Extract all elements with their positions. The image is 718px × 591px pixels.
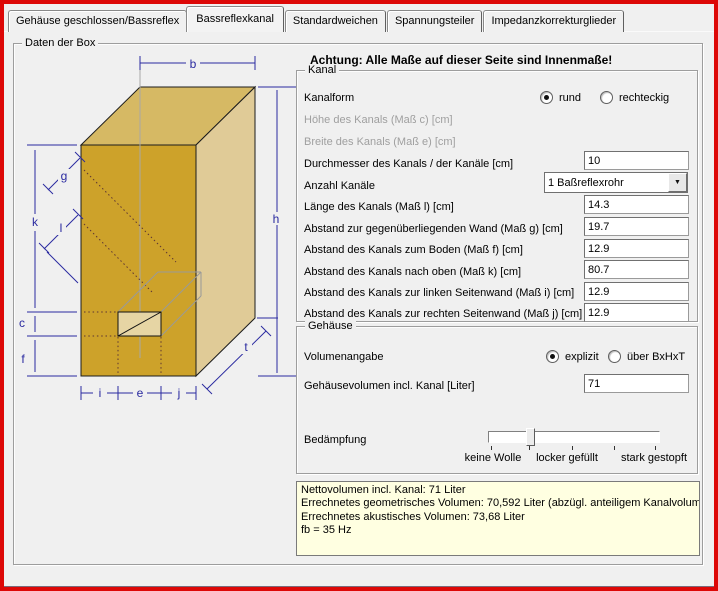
kanal-group: Kanal Kanalform rund rechteckig Höhe des… [296, 70, 698, 322]
gehaeuse-group: Gehäuse Volumenangabe explizit über BxHx… [296, 326, 698, 474]
slider-tick [529, 446, 530, 450]
slider-tick [572, 446, 573, 450]
innenmasse-warning: Achtung: Alle Maße auf dieser Seite sind… [310, 53, 612, 67]
box-diagram: b h g k l c f i e j t [4, 4, 314, 432]
volumen-explizit-radio[interactable] [546, 350, 559, 363]
ergebnis-memo: Nettovolumen incl. Kanal: 71 Liter Errec… [296, 481, 700, 556]
anzahl-kanaele-value: 1 Baßreflexrohr [545, 177, 668, 189]
dim-label-h: h [273, 212, 280, 226]
tab-gehaeuse-geschlossen-bassreflex[interactable]: Gehäuse geschlossen/Bassreflex [8, 10, 187, 32]
bedaempfung-label: Bedämpfung [304, 433, 366, 447]
kanalform-rechteckig-label[interactable]: rechteckig [619, 91, 669, 105]
tab-standardweichen[interactable]: Standardweichen [285, 10, 386, 32]
gehaeusevolumen-input[interactable] [584, 374, 689, 393]
volumen-explizit-label[interactable]: explizit [565, 350, 599, 364]
dim-label-c: c [19, 316, 25, 330]
dropdown-arrow-icon[interactable]: ▼ [668, 173, 687, 192]
abstand-i-input[interactable] [584, 282, 689, 301]
dim-label-b: b [190, 57, 197, 71]
dim-label-f: f [21, 352, 25, 366]
ergebnis-fb: fb = 35 Hz [301, 524, 695, 537]
durchmesser-label: Durchmesser des Kanals / der Kanäle [cm] [304, 157, 513, 171]
abstand-j-input[interactable] [584, 303, 689, 322]
volumen-bxhxt-label[interactable]: über BxHxT [627, 350, 685, 364]
abstand-k-label: Abstand des Kanals nach oben (Maß k) [cm… [304, 265, 521, 279]
dim-label-k: k [32, 215, 39, 229]
volumenangabe-label: Volumenangabe [304, 350, 384, 364]
tab-impedanzkorrekturglieder[interactable]: Impedanzkorrekturglieder [483, 10, 624, 32]
hoehe-label: Höhe des Kanals (Maß c) [cm] [304, 113, 453, 127]
volumen-bxhxt-radio[interactable] [608, 350, 621, 363]
bedaempfung-slider-thumb[interactable] [526, 428, 535, 446]
kanal-group-title: Kanal [305, 64, 339, 76]
durchmesser-input[interactable] [584, 151, 689, 170]
dim-label-i: i [99, 386, 102, 400]
anzahl-kanaele-select[interactable]: 1 Baßreflexrohr ▼ [544, 172, 688, 193]
tab-bassreflexkanal[interactable]: Bassreflexkanal [186, 6, 284, 32]
dim-label-e: e [137, 386, 144, 400]
abstand-g-input[interactable] [584, 217, 689, 236]
slider-tick [491, 446, 492, 450]
slider-tick [614, 446, 615, 450]
tab-bar: Gehäuse geschlossen/Bassreflex Bassrefle… [8, 5, 625, 32]
slider-tick [655, 446, 656, 450]
tab-spannungsteiler[interactable]: Spannungsteiler [387, 10, 483, 32]
kanalform-label: Kanalform [304, 91, 354, 105]
slider-label-keine-wolle: keine Wolle [465, 452, 522, 465]
box-front-face [81, 145, 196, 376]
ergebnis-nettovolumen: Nettovolumen incl. Kanal: 71 Liter [301, 484, 695, 497]
abstand-i-label: Abstand des Kanals zur linken Seitenwand… [304, 286, 574, 300]
abstand-g-label: Abstand zur gegenüberliegenden Wand (Maß… [304, 222, 563, 236]
slider-label-stark-gestopft: stark gestopft [621, 452, 687, 465]
ergebnis-akustisches-volumen: Errechnetes akustisches Volumen: 73,68 L… [301, 511, 695, 524]
breite-label: Breite des Kanals (Maß e) [cm] [304, 135, 456, 149]
bedaempfung-slider-track[interactable] [488, 431, 660, 443]
gehaeuse-group-title: Gehäuse [305, 320, 356, 332]
kanalform-rechteckig-radio[interactable] [600, 91, 613, 104]
abstand-f-input[interactable] [584, 239, 689, 258]
abstand-j-label: Abstand des Kanals zur rechten Seitenwan… [304, 307, 582, 321]
abstand-f-label: Abstand des Kanals zum Boden (Maß f) [cm… [304, 243, 523, 257]
laenge-input[interactable] [584, 195, 689, 214]
dim-label-l: l [60, 221, 63, 235]
slider-label-locker-gefuellt: locker gefüllt [536, 452, 598, 465]
abstand-k-input[interactable] [584, 260, 689, 279]
app-window: Gehäuse geschlossen/Bassreflex Bassrefle… [0, 0, 718, 591]
anzahl-kanaele-label: Anzahl Kanäle [304, 179, 375, 193]
kanalform-rund-radio[interactable] [540, 91, 553, 104]
dim-label-g: g [61, 169, 68, 183]
kanalform-rund-label[interactable]: rund [559, 91, 581, 105]
laenge-label: Länge des Kanals (Maß l) [cm] [304, 200, 454, 214]
ergebnis-geometrisches-volumen: Errechnetes geometrisches Volumen: 70,59… [301, 497, 695, 510]
dim-label-j: j [177, 386, 181, 400]
gehaeusevolumen-label: Gehäusevolumen incl. Kanal [Liter] [304, 379, 475, 393]
